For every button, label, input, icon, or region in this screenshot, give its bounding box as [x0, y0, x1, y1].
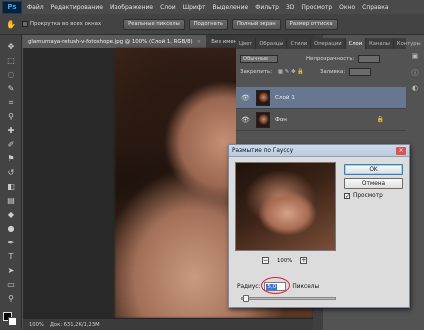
brush-tool-icon[interactable]: ✐ — [5, 139, 17, 150]
healing-brush-tool-icon[interactable]: ✚ — [5, 125, 17, 136]
layer-name: Фон — [275, 116, 287, 123]
menu-bar: Ps Файл Редактирование Изображение Слои … — [0, 0, 424, 14]
menu-layers[interactable]: Слои — [160, 4, 176, 11]
radius-slider-track[interactable] — [241, 297, 336, 300]
menu-filter[interactable]: Фильтр — [255, 4, 279, 11]
preview-zoom-controls: − 100% + — [262, 257, 308, 264]
radius-slider-thumb[interactable] — [242, 295, 249, 302]
scroll-all-windows-checkbox[interactable]: Прокрутка во всех окнах — [21, 21, 102, 27]
photoshop-logo[interactable]: Ps — [2, 0, 22, 14]
clone-stamp-tool-icon[interactable]: ⚑ — [5, 153, 17, 164]
lock-row: Закрепить: ▦ ✎ ✥ 🔒 Заливка: — [236, 68, 406, 76]
quick-select-tool-icon[interactable]: ✎ — [5, 83, 17, 94]
lock-options-icon[interactable]: ▦ ✎ ✥ 🔒 — [278, 69, 304, 75]
tab-color[interactable]: Цвет — [236, 38, 257, 49]
type-tool-icon[interactable]: T — [5, 251, 17, 262]
print-size-button[interactable]: Размер оттиска — [284, 18, 338, 30]
fill-field[interactable] — [349, 68, 372, 76]
menu-type[interactable]: Шрифт — [183, 4, 206, 11]
actual-pixels-button[interactable]: Реальные пикселы — [123, 18, 185, 30]
tools-panel: ✥ ⬚ ◌ ✎ ⌗ ⚲ ✚ ✐ ⚑ ↺ ◧ ▤ ◆ ● ✒ T ➤ ▭ ⚲ — [0, 35, 22, 330]
layer-name: Слой 1 — [275, 94, 295, 101]
layer-row[interactable]: 👁 Фон 🔒 — [236, 109, 406, 131]
background-color-swatch[interactable] — [8, 317, 17, 326]
opacity-field[interactable] — [358, 55, 381, 63]
status-bar: 100% Док: 631,2K/1,23M — [23, 318, 313, 330]
panel-tabs: Цвет Образцы Стили Операции Слои Каналы … — [236, 38, 424, 49]
zoom-tool-icon[interactable]: ⚲ — [5, 293, 17, 304]
menu-help[interactable]: Справка — [362, 4, 388, 11]
close-icon[interactable]: × — [197, 39, 202, 45]
lock-icon: 🔒 — [376, 116, 384, 123]
zoom-out-button[interactable]: − — [262, 257, 269, 264]
blend-row: Обычные Непрозрачность: — [236, 55, 406, 63]
properties-icon[interactable]: ⓘ — [410, 68, 420, 78]
dodge-tool-icon[interactable]: ● — [5, 223, 17, 234]
radius-unit: Пикселы — [292, 283, 320, 290]
adjustments-icon[interactable]: ◐ — [410, 84, 420, 94]
gradient-tool-icon[interactable]: ▤ — [5, 195, 17, 206]
tab-swatches[interactable]: Образцы — [256, 38, 288, 49]
pen-tool-icon[interactable]: ✒ — [5, 237, 17, 248]
blur-preview-image[interactable] — [235, 162, 336, 251]
menu-items: Файл Редактирование Изображение Слои Шри… — [27, 4, 389, 11]
menu-window[interactable]: Окно — [339, 4, 355, 11]
menu-edit[interactable]: Редактирование — [51, 4, 103, 11]
blur-tool-icon[interactable]: ◆ — [5, 209, 17, 220]
layer-thumbnail — [256, 89, 270, 106]
dialog-title: Размытие по Гауссу — [229, 145, 409, 157]
radius-label: Радиус: — [237, 283, 261, 290]
check-icon[interactable]: ✓ — [344, 193, 350, 200]
history-brush-tool-icon[interactable]: ↺ — [5, 167, 17, 178]
opacity-label: Непрозрачность: — [306, 56, 355, 62]
tab-paths[interactable]: Контуры — [394, 38, 424, 49]
tab-label: glamurnaya-retush-v-fotoshope.jpg @ 100%… — [28, 38, 193, 45]
scroll-all-windows-label: Прокрутка во всех окнах — [29, 21, 102, 27]
layers-panel: Обычные Непрозрачность: Закрепить: ▦ ✎ ✥… — [236, 49, 406, 149]
history-icon[interactable]: ▣ — [410, 52, 420, 62]
menu-select[interactable]: Выделение — [212, 4, 248, 11]
menu-file[interactable]: Файл — [27, 4, 44, 11]
preview-checkbox[interactable]: ✓ Просмотр — [344, 193, 383, 200]
tab-layers[interactable]: Слои — [345, 38, 367, 49]
menu-image[interactable]: Изображение — [110, 4, 153, 11]
cancel-button[interactable]: Отмена — [344, 178, 403, 189]
preview-zoom-level: 100% — [277, 257, 293, 264]
fit-screen-button[interactable]: Подогнать — [188, 18, 228, 30]
zoom-in-button[interactable]: + — [300, 257, 308, 264]
path-selection-tool-icon[interactable]: ➤ — [5, 265, 17, 276]
fill-label: Заливка: — [319, 69, 346, 75]
menu-3d[interactable]: 3D — [286, 4, 294, 11]
tab-styles[interactable]: Стили — [287, 38, 312, 49]
radius-highlight-circle — [261, 277, 290, 294]
hand-tool-icon[interactable]: ✋ — [6, 20, 16, 29]
checkbox-box[interactable] — [21, 21, 28, 27]
options-bar: ✋ Прокрутка во всех окнах Реальные пиксе… — [0, 14, 424, 35]
eyedropper-tool-icon[interactable]: ⚲ — [5, 111, 17, 122]
tab-document-1[interactable]: glamurnaya-retush-v-fotoshope.jpg @ 100%… — [23, 35, 207, 48]
blend-mode-select[interactable]: Обычные — [240, 55, 278, 63]
marquee-tool-icon[interactable]: ⬚ — [5, 55, 17, 66]
preview-label: Просмотр — [353, 193, 383, 199]
eye-icon[interactable]: 👁 — [241, 116, 251, 124]
move-tool-icon[interactable]: ✥ — [5, 41, 17, 52]
shape-tool-icon[interactable]: ▭ — [5, 279, 17, 290]
close-icon[interactable]: × — [396, 147, 406, 155]
gaussian-blur-dialog: Размытие по Гауссу × − 100% + OK Отмена … — [228, 144, 410, 308]
crop-tool-icon[interactable]: ⌗ — [5, 97, 17, 108]
layer-row[interactable]: 👁 Слой 1 — [236, 87, 406, 109]
zoom-level[interactable]: 100% — [29, 322, 44, 328]
layer-thumbnail — [256, 111, 270, 128]
lasso-tool-icon[interactable]: ◌ — [5, 69, 17, 80]
tab-actions[interactable]: Операции — [311, 38, 346, 49]
tab-channels[interactable]: Каналы — [366, 38, 394, 49]
menu-view[interactable]: Просмотр — [301, 4, 332, 11]
ok-button[interactable]: OK — [344, 164, 403, 175]
fill-screen-button[interactable]: Полный экран — [231, 18, 281, 30]
lock-label: Закрепить: — [240, 69, 272, 75]
eraser-tool-icon[interactable]: ◧ — [5, 181, 17, 192]
eye-icon[interactable]: 👁 — [241, 94, 251, 102]
document-size-info[interactable]: Док: 631,2K/1,23M — [50, 322, 100, 328]
